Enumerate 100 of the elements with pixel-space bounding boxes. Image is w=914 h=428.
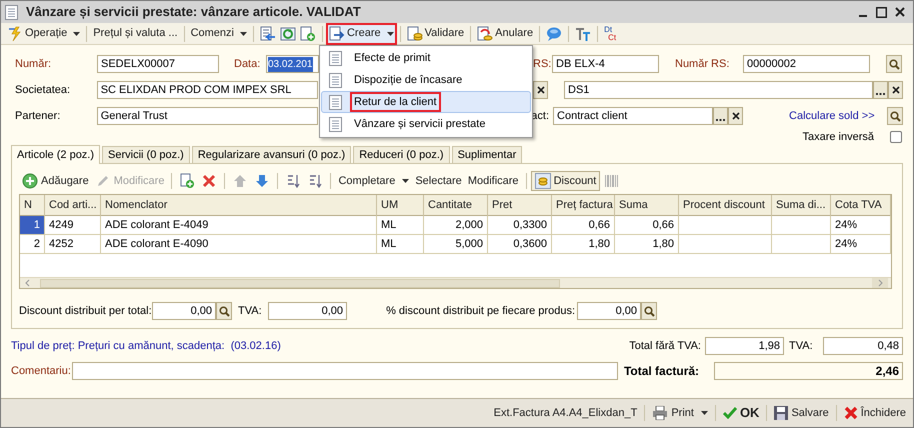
column-header[interactable]: Preț factura — [552, 195, 615, 216]
table-cell: ML — [377, 216, 424, 234]
tab[interactable]: Reduceri (0 poz.) — [353, 146, 450, 163]
table-cell: 4252 — [45, 235, 101, 253]
tab[interactable]: Suplimentar — [452, 146, 522, 163]
discount-button[interactable]: Discount — [530, 171, 600, 191]
maximize-icon[interactable] — [876, 6, 887, 18]
toolbar-button[interactable]: Creare — [326, 24, 396, 44]
arrow-up-icon — [232, 173, 248, 189]
date-field[interactable]: 03.02.201 — [266, 55, 319, 73]
toolbar-button[interactable] — [258, 24, 278, 44]
menu-item-label: Efecte de primit — [353, 50, 432, 66]
input-field[interactable]: Contract client — [553, 107, 714, 125]
column-header[interactable]: Cota TVA — [831, 195, 891, 216]
input-field[interactable]: SEDELX00007 — [97, 55, 219, 73]
menu-item[interactable]: Efecte de primit — [321, 47, 531, 69]
column-header[interactable]: Suma — [615, 195, 679, 216]
toolbar-button[interactable]: Modificare — [464, 172, 522, 190]
close-icon[interactable] — [895, 7, 905, 17]
clear-button[interactable] — [728, 107, 744, 125]
menu-item[interactable]: Retur de la client — [321, 91, 531, 113]
document-coins-icon — [406, 26, 423, 42]
table-row[interactable]: 2 4252 ADE colorant E-4090 ML 5,000 0,3600 1,80 1,80 24% — [20, 235, 891, 254]
menu-item[interactable]: Dispoziție de încasare — [321, 69, 531, 91]
column-header[interactable]: Procent discount — [679, 195, 772, 216]
field-label: Data: — [234, 56, 262, 72]
column-header[interactable]: Cantitate — [424, 195, 488, 216]
status-button[interactable]: Ext.Factura A4.A4_Elixdan_T — [490, 402, 640, 424]
input-field[interactable]: 00000002 — [743, 55, 870, 73]
field-label: Număr: — [14, 56, 52, 72]
clear-button[interactable] — [533, 81, 548, 99]
caret-icon — [240, 32, 247, 36]
clear-icon — [892, 86, 900, 94]
input-field[interactable]: DS1 — [564, 81, 873, 99]
field-label: Comentariu: — [11, 364, 72, 379]
column-header[interactable]: Pret — [488, 195, 552, 216]
toolbar-button[interactable]: Adăugare — [19, 172, 92, 190]
column-header[interactable]: Cod arti... — [45, 195, 101, 216]
status-button[interactable]: Salvare — [771, 402, 832, 424]
toolbar-button[interactable]: Validare — [404, 24, 466, 44]
clear-button[interactable] — [888, 81, 903, 99]
table-cell: 0,3300 — [488, 216, 552, 234]
table-cell: 2 — [20, 235, 45, 253]
document-icon — [328, 116, 342, 132]
field-label: Societatea: — [14, 82, 72, 98]
toolbar-button[interactable]: Operație — [5, 24, 82, 44]
search-button[interactable] — [216, 302, 232, 320]
tab[interactable]: Articole (2 poz.) — [11, 145, 100, 164]
column-header[interactable]: Suma di... — [772, 195, 831, 216]
toolbar-button[interactable] — [298, 24, 318, 44]
toolbar-button[interactable]: Anulare — [475, 24, 536, 44]
document-icon — [328, 94, 342, 110]
menu-item[interactable]: Vânzare și servicii prestate — [321, 113, 531, 135]
search-button[interactable] — [887, 107, 903, 125]
scrollbar-thumb[interactable] — [40, 278, 560, 288]
caret-icon — [402, 179, 410, 183]
input-field[interactable]: DB ELX-4 — [552, 55, 659, 73]
toolbar-button[interactable]: Selectare — [412, 172, 465, 190]
search-button[interactable] — [641, 302, 657, 320]
debit-credit-button[interactable]: Dt Ct — [602, 26, 618, 42]
tab[interactable]: Servicii (0 poz.) — [102, 146, 190, 163]
column-header[interactable]: UM — [377, 195, 424, 216]
choose-button[interactable] — [713, 107, 728, 125]
add-icon — [22, 173, 38, 189]
document-add-icon — [300, 26, 316, 42]
status-button[interactable]: Închidere — [840, 402, 909, 424]
input-field[interactable]: SC ELIXDAN PROD COM IMPEX SRL — [96, 81, 318, 99]
toolbar-button[interactable]: Prețul și valuta ... — [91, 24, 180, 44]
input-field[interactable]: 0,48 — [823, 337, 903, 355]
table-cell: 1 — [20, 216, 45, 234]
status-button[interactable]: Print — [649, 402, 711, 424]
horizontal-scrollbar[interactable] — [20, 277, 891, 288]
coins-icon — [534, 173, 551, 189]
status-button[interactable]: OK — [720, 402, 762, 424]
document-undo-icon — [477, 26, 494, 42]
barcode-icon — [603, 173, 620, 189]
price-type-text: Tipul de preț: Prețuri cu amănunt, scadența: (03.02.16) — [11, 338, 281, 354]
table-row[interactable]: 1 4249 ADE colorant E-4049 ML 2,000 0,3300 0,66 0,66 24% — [20, 216, 891, 235]
toolbar-button[interactable]: Completare — [335, 172, 412, 190]
input-field[interactable]: 0,00 — [268, 302, 347, 320]
menu-item-label: Retur de la client — [352, 94, 439, 110]
comment-field[interactable] — [72, 362, 618, 380]
toolbar-button[interactable]: Comenzi — [188, 24, 249, 44]
input-field[interactable]: 1,98 — [705, 337, 784, 355]
input-field[interactable]: General Trust — [96, 107, 318, 125]
field-label: RS: — [533, 56, 552, 72]
choose-button[interactable] — [873, 81, 888, 99]
column-header[interactable]: Nomenclator — [101, 195, 377, 216]
table-cell: ADE colorant E-4090 — [101, 235, 377, 253]
table-cell: ADE colorant E-4049 — [101, 216, 377, 234]
table-cell: 24% — [831, 216, 891, 234]
tab[interactable]: Regularizare avansuri (0 poz.) — [192, 146, 352, 163]
field-label: Total fără TVA: — [629, 338, 701, 354]
table-cell: 0,66 — [615, 216, 679, 234]
search-button[interactable] — [886, 55, 902, 73]
checkbox[interactable] — [890, 131, 902, 143]
input-field[interactable]: 0,00 — [577, 302, 641, 320]
clear-icon — [536, 86, 544, 94]
calculare-sold-link[interactable]: Calculare sold >> — [789, 108, 874, 124]
input-field[interactable]: 0,00 — [152, 302, 216, 320]
